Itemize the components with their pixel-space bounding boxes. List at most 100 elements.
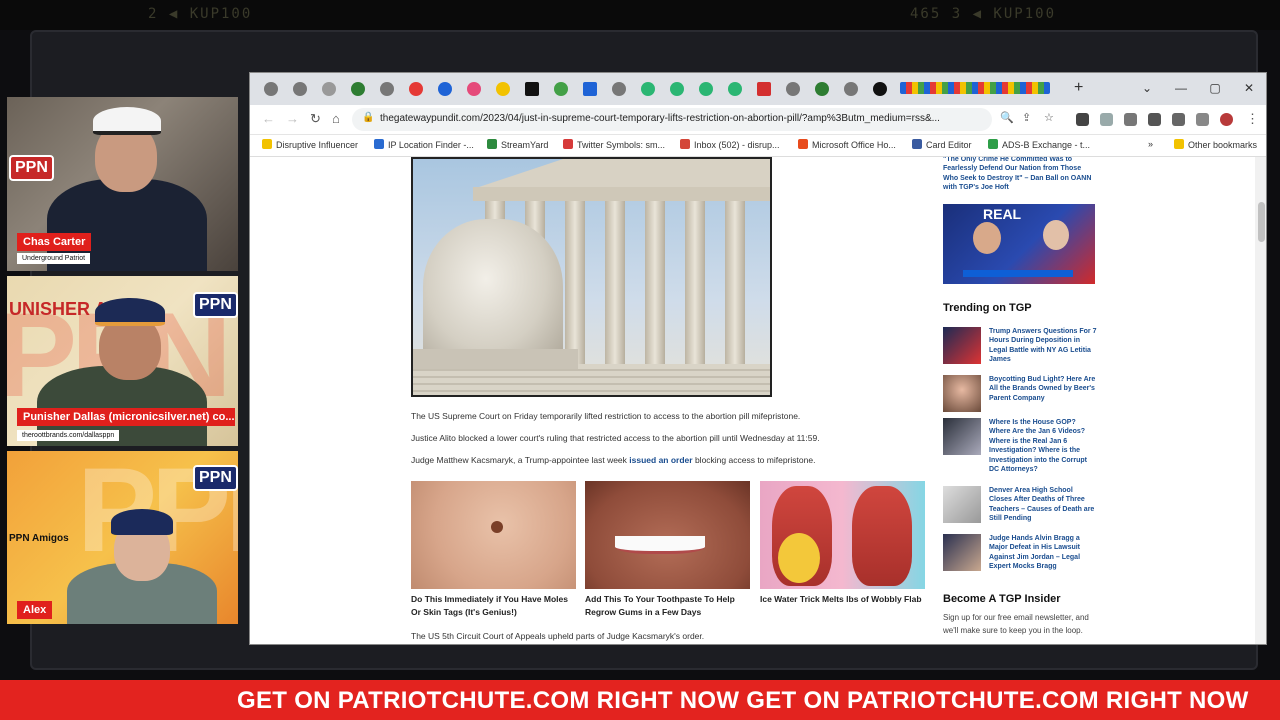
profile-avatar[interactable] xyxy=(1220,113,1233,126)
amigos-label: PPN Amigos xyxy=(9,533,69,544)
ad-caption-link[interactable]: Add This To Your Toothpaste To Help Regr… xyxy=(585,593,750,619)
tab-favicon-icon[interactable] xyxy=(554,82,568,96)
cap-icon xyxy=(95,298,165,326)
tab-favicon-icon[interactable] xyxy=(670,82,684,96)
ad-caption-link[interactable]: Do This Immediately if You Have Moles Or… xyxy=(411,593,576,619)
ad-image-moles[interactable] xyxy=(411,481,576,589)
tab-favicon-icon[interactable] xyxy=(786,82,800,96)
trending-thumbnail xyxy=(943,418,981,455)
cam-subtitle: Underground Patriot xyxy=(17,253,91,264)
back-arrow-icon[interactable]: ← xyxy=(262,111,275,126)
bookmark-item[interactable]: StreamYard xyxy=(487,139,548,150)
trending-item[interactable]: Where Is the House GOP? Where Are the Ja… xyxy=(943,418,1095,478)
extension-icon[interactable] xyxy=(1076,113,1089,126)
statue-icon xyxy=(423,219,563,369)
trending-item[interactable]: Trump Answers Questions For 7 Hours Duri… xyxy=(943,327,1097,367)
bookmark-item[interactable]: Disruptive Influencer xyxy=(262,139,358,150)
trending-item[interactable]: Boycotting Bud Light? Here Are All the B… xyxy=(943,375,1095,415)
tab-favicon-icon[interactable] xyxy=(525,82,539,96)
bookmark-item[interactable]: Card Editor xyxy=(912,139,972,150)
bookmark-item[interactable]: Twitter Symbols: sm... xyxy=(563,139,665,150)
tab-favicon-icon[interactable] xyxy=(728,82,742,96)
menu-kebab-icon[interactable]: ⋮ xyxy=(1246,111,1259,127)
close-button[interactable]: ✕ xyxy=(1232,76,1266,100)
browser-window: + ⌄ — ▢ ✕ ← → ↻ ⌂ 🔒 thegatewaypundit.com… xyxy=(249,72,1267,645)
new-tab-button[interactable]: + xyxy=(1074,79,1083,97)
webcam-alex: PPN PPN PPN Amigos Alex xyxy=(7,451,238,624)
page-scrollbar[interactable] xyxy=(1255,157,1266,644)
tab-favicon-icon[interactable] xyxy=(293,82,307,96)
tab-favicon-icon[interactable] xyxy=(351,82,365,96)
studio-digits-right: 465 3 ◀ KUP100 xyxy=(910,6,1057,22)
cap-icon xyxy=(93,107,161,135)
trending-item[interactable]: Judge Hands Alvin Bragg a Major Defeat i… xyxy=(943,534,1095,574)
tab-favicon-icon[interactable] xyxy=(815,82,829,96)
reload-icon[interactable]: ↻ xyxy=(310,111,321,127)
cap-icon xyxy=(111,509,173,535)
tab-search-button[interactable]: ⌄ xyxy=(1130,76,1164,100)
article-paragraph: Justice Alito blocked a lower court's ru… xyxy=(411,433,820,443)
scroll-thumb[interactable] xyxy=(1258,202,1265,242)
tab-favicon-icon[interactable] xyxy=(873,82,887,96)
tab-favicon-icon[interactable] xyxy=(844,82,858,96)
share-icon[interactable]: ⇪ xyxy=(1022,111,1031,124)
zoom-icon[interactable]: 🔍 xyxy=(1000,111,1014,124)
sidebar-video-thumbnail[interactable]: REAL xyxy=(943,204,1095,284)
tab-favicon-icon[interactable] xyxy=(438,82,452,96)
bookmark-item[interactable]: ADS-B Exchange - t... xyxy=(988,139,1090,150)
studio-top-bar: 2 ◀ KUP100 465 3 ◀ KUP100 xyxy=(0,0,1280,30)
webcam-chas-carter: PPN Chas Carter Underground Patriot xyxy=(7,97,238,271)
ad-image-teeth[interactable] xyxy=(585,481,750,589)
article-paragraph: Judge Matthew Kacsmaryk, a Trump-appoint… xyxy=(411,455,816,465)
trending-thumbnail xyxy=(943,327,981,364)
cam-name-label: Punisher Dallas (micronicsilver.net) co.… xyxy=(17,408,235,426)
bookmark-item[interactable]: Inbox (502) - disrup... xyxy=(680,139,780,150)
tab-favicon-icon[interactable] xyxy=(641,82,655,96)
twitter-symbols-icon xyxy=(563,139,573,149)
sidebar-top-link[interactable]: "The Only Crime He Committed Was to Fear… xyxy=(943,157,1093,193)
bookmark-star-icon[interactable]: ☆ xyxy=(1044,111,1054,124)
insider-title: Become A TGP Insider xyxy=(943,593,1061,605)
minimize-button[interactable]: — xyxy=(1164,76,1198,100)
trending-item[interactable]: Denver Area High School Closes After Dea… xyxy=(943,486,1095,526)
gmail-icon xyxy=(680,139,690,149)
tab-favicon-icon[interactable] xyxy=(380,82,394,96)
pinned-tabs-strip[interactable] xyxy=(900,82,1050,94)
tab-favicon-icon[interactable] xyxy=(612,82,626,96)
maximize-button[interactable]: ▢ xyxy=(1198,76,1232,100)
ad-caption-link[interactable]: Ice Water Trick Melts lbs of Wobbly Flab xyxy=(760,593,925,606)
ppn-logo-icon: PPN xyxy=(9,155,54,181)
tab-favicon-icon[interactable] xyxy=(467,82,481,96)
tab-favicon-icon[interactable] xyxy=(757,82,771,96)
puzzle-icon[interactable] xyxy=(1148,113,1161,126)
webcam-punisher-dallas: PPN UNISHER ALLAS PPN Punisher Dallas (m… xyxy=(7,276,238,446)
extension-icon[interactable] xyxy=(1100,113,1113,126)
side-panel-icon[interactable] xyxy=(1196,113,1209,126)
bookmarks-overflow-button[interactable]: » xyxy=(1148,139,1153,149)
issued-order-link[interactable]: issued an order xyxy=(629,455,692,465)
bookmark-item[interactable]: IP Location Finder -... xyxy=(374,139,474,150)
bookmarks-bar: Disruptive Influencer IP Location Finder… xyxy=(250,135,1266,157)
ip-icon xyxy=(374,139,384,149)
omnibox[interactable]: 🔒 thegatewaypundit.com/2023/04/just-in-s… xyxy=(352,108,992,131)
tab-favicon-icon[interactable] xyxy=(496,82,510,96)
url-text[interactable]: thegatewaypundit.com/2023/04/just-in-sup… xyxy=(380,113,980,124)
ad-image-torso[interactable] xyxy=(760,481,925,589)
bookmark-item[interactable]: Other bookmarks xyxy=(1174,139,1257,150)
lock-icon: 🔒 xyxy=(362,112,375,123)
tab-favicon-icon[interactable] xyxy=(409,82,423,96)
supreme-court-image xyxy=(411,157,772,397)
tab-favicon-icon[interactable] xyxy=(264,82,278,96)
studio-digits-left: 2 ◀ KUP100 xyxy=(148,6,253,22)
address-bar: ← → ↻ ⌂ 🔒 thegatewaypundit.com/2023/04/j… xyxy=(250,105,1266,135)
tab-favicon-icon[interactable] xyxy=(699,82,713,96)
bookmark-item[interactable]: Microsoft Office Ho... xyxy=(798,139,896,150)
forward-arrow-icon[interactable]: → xyxy=(286,111,299,126)
home-icon[interactable]: ⌂ xyxy=(332,111,340,126)
adsb-icon xyxy=(988,139,998,149)
reading-list-icon[interactable] xyxy=(1172,113,1185,126)
tab-favicon-icon[interactable] xyxy=(583,82,597,96)
folder-icon xyxy=(262,139,272,149)
tab-favicon-icon[interactable] xyxy=(322,82,336,96)
extension-icon[interactable] xyxy=(1124,113,1137,126)
